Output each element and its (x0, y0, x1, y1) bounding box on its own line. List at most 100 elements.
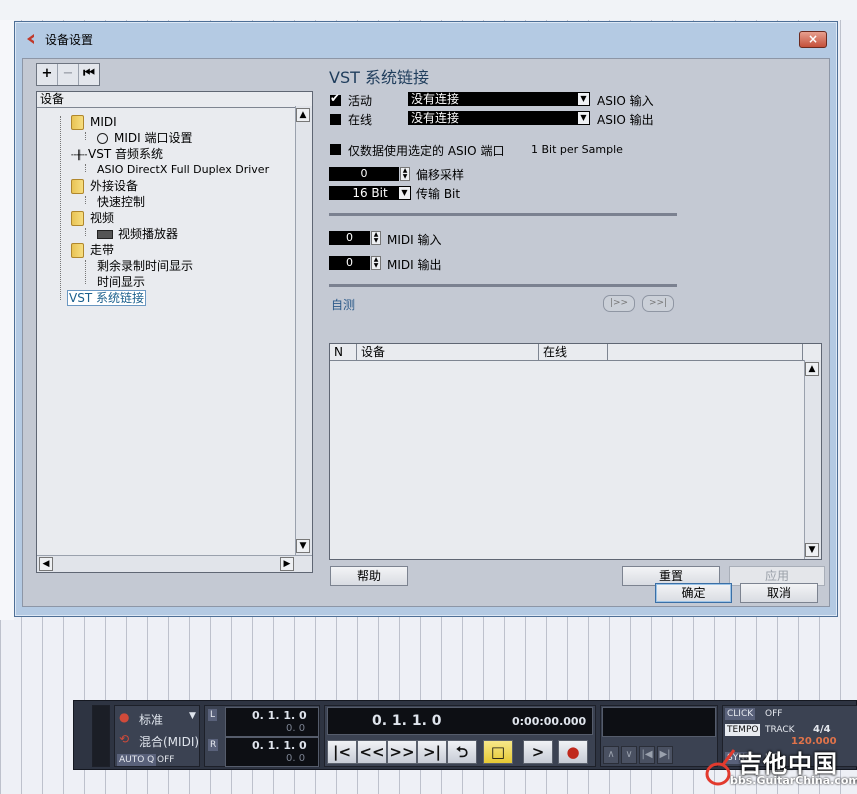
scroll-up-icon[interactable]: ▲ (805, 362, 819, 376)
marker-prev-icon[interactable]: |◀ (639, 746, 655, 764)
online-connection-select[interactable]: 没有连接 ▼ (408, 111, 590, 125)
left-locator-label[interactable]: L (208, 709, 218, 721)
asio-input-label: ASIO 输入 (597, 94, 654, 108)
fast-forward-button[interactable]: >>| (642, 295, 674, 312)
tree-item-external-devices[interactable]: 外接设备 (71, 178, 138, 194)
record-mode-standard[interactable]: 标准 (139, 711, 163, 728)
level-meter (92, 705, 110, 767)
col-online[interactable]: 在线 (539, 344, 608, 360)
marker-display[interactable] (602, 707, 716, 737)
tree-item-midi-port-setup[interactable]: MIDI 端口设置 (97, 130, 193, 146)
remove-device-button[interactable]: − (58, 64, 79, 85)
rewind-button[interactable]: << (357, 740, 387, 764)
self-test-link[interactable]: 自测 (331, 296, 355, 313)
tree-item-vst-system-link[interactable]: VST 系统链接 (67, 290, 146, 306)
offset-samples-label: 偏移采样 (416, 168, 465, 182)
tree-vertical-scrollbar[interactable]: ▲ ▼ (295, 106, 312, 555)
click-state: OFF (765, 709, 783, 719)
dropdown-arrow-icon: ▼ (578, 93, 589, 105)
main-position: 0. 1. 1. 0 (372, 713, 442, 729)
tree-item-midi[interactable]: MIDI (71, 114, 117, 130)
cycle-button[interactable]: ⮌ (447, 740, 477, 764)
tree-item-record-time-display[interactable]: 剩余录制时间显示 (97, 258, 193, 274)
ok-button[interactable]: 确定 (655, 583, 732, 603)
folder-icon (71, 243, 84, 258)
right-locator-label[interactable]: R (208, 739, 219, 751)
cubase-logo-icon (27, 34, 34, 44)
time-signature: 4/4 (813, 724, 831, 735)
record-icon: ● (119, 710, 130, 724)
marker-up-icon[interactable]: ∧ (603, 746, 619, 764)
tree-line (85, 132, 86, 140)
separator (329, 284, 677, 287)
tree-toolbar: + − ⏮ (36, 63, 100, 86)
scroll-up-icon[interactable]: ▲ (296, 108, 310, 122)
folder-icon (71, 211, 84, 226)
col-extra[interactable] (608, 344, 803, 360)
tempo-track-label: TRACK (765, 725, 795, 735)
go-to-end-button[interactable]: >| (417, 740, 447, 764)
click-button[interactable]: CLICK (725, 708, 756, 720)
col-n[interactable]: N (330, 344, 357, 360)
scroll-left-icon[interactable]: ◀ (39, 557, 53, 571)
spinner-icon[interactable]: ▲ ▼ (371, 256, 381, 270)
record-mode-mix[interactable]: 混合(MIDI) (139, 733, 199, 750)
panel-title: VST 系统链接 (329, 68, 429, 87)
spinner-icon[interactable]: ▲ ▼ (371, 231, 381, 245)
dropdown-arrow-icon[interactable]: ▼ (189, 711, 196, 721)
midi-in-field[interactable]: 0 ▲ ▼ (329, 231, 381, 245)
transfer-bits-select[interactable]: 16 Bit ▼ (329, 186, 411, 200)
record-button[interactable]: ● (558, 740, 588, 764)
forward-button[interactable]: |>> (603, 295, 635, 312)
grid-vertical-scrollbar[interactable]: ▲ ▼ (804, 360, 821, 559)
scroll-down-icon[interactable]: ▼ (805, 543, 819, 557)
marker-down-icon[interactable]: ∨ (621, 746, 637, 764)
go-to-start-button[interactable]: |< (327, 740, 357, 764)
tree-item-quick-control[interactable]: 快速控制 (97, 194, 145, 210)
asio-output-label: ASIO 输出 (597, 113, 654, 127)
tree-header: 设备 (37, 92, 299, 108)
tree-item-time-display[interactable]: 时间显示 (97, 274, 145, 290)
dropdown-arrow-icon: ▼ (399, 187, 410, 199)
data-only-checkbox[interactable] (330, 144, 341, 155)
close-button[interactable]: × (799, 31, 827, 48)
add-device-button[interactable]: + (37, 64, 58, 85)
stop-button[interactable]: □ (483, 740, 513, 764)
cycle-record-icon: ⟲ (119, 732, 130, 746)
record-mode-panel: ● 标准 ▼ ⟲ 混合(MIDI) AUTO Q OFF (114, 705, 200, 767)
tree-line (85, 260, 86, 284)
title-bar[interactable]: 设备设置 × (15, 22, 837, 54)
offset-samples-field[interactable]: 0 ▲ ▼ (329, 167, 410, 181)
autoq-label[interactable]: AUTO Q (117, 754, 157, 766)
tempo-button[interactable]: TEMPO (725, 724, 761, 736)
fast-forward-transport-button[interactable]: >> (387, 740, 417, 764)
tree-item-video[interactable]: 视频 (71, 210, 114, 226)
tree-item-asio-driver[interactable]: ASIO DirectX Full Duplex Driver (97, 162, 269, 178)
device-tree: 设备 MIDI MIDI 端口设置 ╌╫╌VST 音频系统 ASIO Direc… (36, 91, 313, 573)
midi-port-icon (97, 133, 108, 144)
tree-item-vst-audio[interactable]: ╌╫╌VST 音频系统 (71, 146, 163, 162)
help-button[interactable]: 帮助 (330, 566, 408, 586)
folder-icon (71, 179, 84, 194)
online-checkbox[interactable] (330, 114, 341, 125)
tree-item-video-player[interactable]: 视频播放器 (97, 226, 178, 242)
scroll-down-icon[interactable]: ▼ (296, 539, 310, 553)
device-setup-dialog: 设备设置 × + − ⏮ 设备 MIDI MIDI 端口设置 ╌╫╌VST 音频… (14, 21, 838, 617)
reset-device-button[interactable]: ⏮ (79, 64, 99, 85)
position-display[interactable]: 0. 1. 1. 0 0:00:00.000 (327, 707, 593, 735)
active-connection-select[interactable]: 没有连接 ▼ (408, 92, 590, 106)
midi-out-field[interactable]: 0 ▲ ▼ (329, 256, 381, 270)
right-locator-display[interactable]: 0. 1. 1. 0 0. 0 (225, 737, 319, 767)
cancel-button[interactable]: 取消 (740, 583, 818, 603)
watermark: 吉他中国 bbs.GuitarChina.com (700, 742, 857, 794)
scroll-right-icon[interactable]: ▶ (280, 557, 294, 571)
col-device[interactable]: 设备 (357, 344, 539, 360)
active-checkbox[interactable] (330, 91, 341, 106)
left-locator-display[interactable]: 0. 1. 1. 0 0. 0 (225, 707, 319, 737)
tree-horizontal-scrollbar[interactable]: ◀ ▶ (37, 555, 312, 572)
play-button[interactable]: > (523, 740, 553, 764)
spinner-icon[interactable]: ▲ ▼ (400, 167, 410, 181)
data-only-label: 仅数据使用选定的 ASIO 端口 (348, 144, 505, 158)
tree-item-transport[interactable]: 走带 (71, 242, 114, 258)
marker-next-icon[interactable]: ▶| (657, 746, 673, 764)
